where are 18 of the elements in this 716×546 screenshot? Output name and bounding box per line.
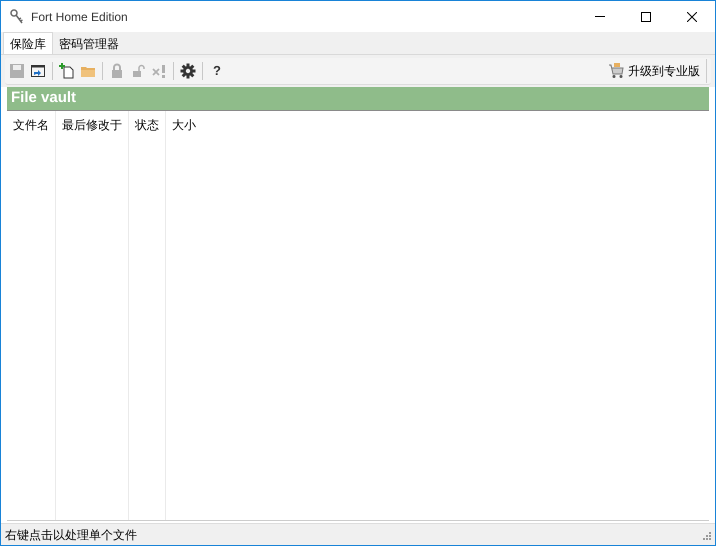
window-title: Fort Home Edition [31,8,128,26]
new-file-icon[interactable] [59,63,75,79]
panel-title: File vault [7,87,709,111]
settings-icon[interactable] [180,63,196,79]
tab[interactable]: 保险库 [3,32,53,54]
key-app-icon [9,8,25,24]
help-button[interactable]: ? [209,61,225,81]
upgrade-button[interactable]: 升级到专业版 [608,59,707,83]
minimize-icon [595,16,605,17]
status-text: 右键点击以处理单个文件 [5,526,137,544]
column-header[interactable]: 最后修改于 [56,111,128,134]
maximize-icon [641,12,651,22]
resize-grip-icon [701,530,711,540]
column-header[interactable]: 状态 [129,111,165,134]
shopping-cart-icon [608,63,625,79]
column-header[interactable]: 文件名 [7,111,55,134]
column-header[interactable]: 大小 [166,111,709,134]
close-icon [687,12,697,22]
